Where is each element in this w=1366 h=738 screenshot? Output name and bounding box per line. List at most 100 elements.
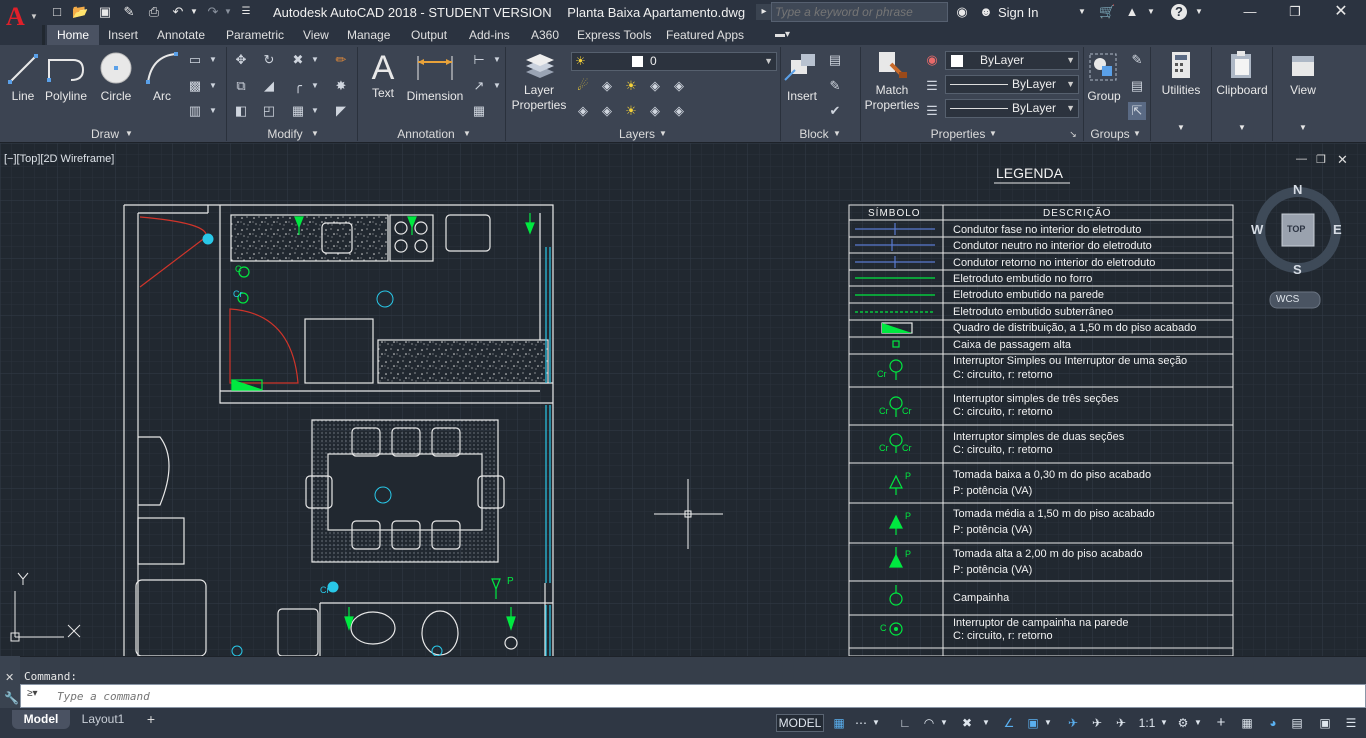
array-dropdown-icon[interactable]: ▼ bbox=[306, 102, 324, 120]
hatch-dropdown-icon[interactable]: ▼ bbox=[204, 77, 222, 95]
search-input[interactable] bbox=[771, 2, 948, 22]
ortho-icon[interactable]: ∟ bbox=[896, 714, 914, 732]
create-block-icon[interactable]: ▤ bbox=[826, 51, 844, 69]
redo-dropdown-icon[interactable]: ▼ bbox=[220, 4, 236, 20]
table-icon[interactable]: ▦ bbox=[470, 102, 488, 120]
region-dropdown-icon[interactable]: ▼ bbox=[204, 102, 222, 120]
command-prompt-icon[interactable]: ≥▾ bbox=[27, 688, 38, 699]
viewcube-west[interactable]: W bbox=[1251, 222, 1263, 237]
add-layout-icon[interactable]: + bbox=[141, 710, 161, 729]
close-icon[interactable]: ✕ bbox=[1333, 4, 1349, 20]
save-icon[interactable]: ▣ bbox=[97, 4, 113, 20]
line-button[interactable]: Line bbox=[6, 50, 40, 104]
linetype-dropdown[interactable]: ByLayer ▼ bbox=[945, 75, 1079, 94]
clean-screen-icon[interactable]: ▣ bbox=[1316, 714, 1334, 732]
help-icon[interactable]: ? bbox=[1171, 4, 1187, 20]
annotation-panel-label[interactable]: Annotation bbox=[388, 125, 464, 143]
layer-tool-1-icon[interactable]: ☄ bbox=[574, 77, 592, 95]
cart-icon[interactable]: 🛒 bbox=[1099, 4, 1115, 20]
exchange-dropdown-icon[interactable]: ▼ bbox=[1143, 4, 1159, 20]
binoculars-icon[interactable]: ◉ bbox=[954, 4, 970, 20]
layer-dropdown[interactable]: ☀ 0 ▼ bbox=[571, 52, 777, 71]
polar-dropdown-icon[interactable]: ▼ bbox=[938, 714, 950, 732]
utilities-button[interactable]: Utilities ▼ bbox=[1152, 50, 1210, 135]
object-snap-dropdown-icon[interactable]: ▼ bbox=[1042, 714, 1054, 732]
annotation-panel-expand-icon[interactable]: ▼ bbox=[460, 125, 474, 143]
mirror-icon[interactable]: ◢ bbox=[260, 77, 278, 95]
command-input[interactable] bbox=[57, 687, 1257, 705]
new-icon[interactable]: □ bbox=[49, 4, 65, 20]
tab-express-tools[interactable]: Express Tools bbox=[575, 25, 653, 45]
lineweight-dropdown[interactable]: ByLayer ▼ bbox=[945, 99, 1079, 118]
ribbon-minimize-icon[interactable]: ▬▾ bbox=[773, 25, 792, 45]
trim-icon[interactable]: ✖ bbox=[289, 51, 307, 69]
user-icon[interactable]: ☻ bbox=[978, 4, 994, 20]
layout-tab-layout1[interactable]: Layout1 bbox=[70, 710, 136, 729]
clipboard-button[interactable]: Clipboard ▼ bbox=[1213, 50, 1271, 135]
workspace-gear-icon[interactable]: ⚙ bbox=[1174, 714, 1192, 732]
layer-tool-3-icon[interactable]: ☀ bbox=[622, 77, 640, 95]
object-snap-icon[interactable]: ▣ bbox=[1024, 714, 1042, 732]
leader-dropdown-icon[interactable]: ▼ bbox=[488, 77, 506, 95]
ungroup-icon[interactable]: ✎ bbox=[1128, 51, 1146, 69]
annotation-scale-value[interactable]: 1:1 bbox=[1134, 714, 1160, 732]
undo-dropdown-icon[interactable]: ▼ bbox=[186, 4, 202, 20]
annotation-scale-icon[interactable]: ✈ bbox=[1112, 714, 1130, 732]
exchange-icon[interactable]: ▲ bbox=[1124, 4, 1140, 20]
layer-tool-5-icon[interactable]: ◈ bbox=[670, 77, 688, 95]
insert-button[interactable]: Insert bbox=[783, 50, 821, 104]
isodraft-dropdown-icon[interactable]: ▼ bbox=[980, 714, 992, 732]
explode-icon[interactable]: ✸ bbox=[332, 77, 350, 95]
color-dropdown[interactable]: ByLayer ▼ bbox=[945, 51, 1079, 70]
maximize-icon[interactable]: ❐ bbox=[1287, 4, 1303, 20]
quick-properties-icon[interactable]: ◕ bbox=[1264, 714, 1282, 732]
help-dropdown-icon[interactable]: ▼ bbox=[1191, 4, 1207, 20]
viewport-controls-label[interactable]: [−][Top][2D Wireframe] bbox=[4, 153, 114, 165]
block-panel-expand-icon[interactable]: ▼ bbox=[830, 125, 844, 143]
dim-dropdown-icon[interactable]: ▼ bbox=[488, 51, 506, 69]
group-button[interactable]: Group bbox=[1084, 50, 1124, 104]
layer-tool-6-icon[interactable]: ◈ bbox=[574, 102, 592, 120]
annotation-autoscale-icon[interactable]: ✈ bbox=[1088, 714, 1106, 732]
wcs-menu[interactable]: WCS bbox=[1276, 294, 1299, 305]
undo-icon[interactable]: ↶ bbox=[170, 4, 186, 20]
customization-icon[interactable]: ☰ bbox=[1342, 714, 1360, 732]
modify-panel-expand-icon[interactable]: ▼ bbox=[308, 125, 322, 143]
leader-icon[interactable]: ↗ bbox=[470, 77, 488, 95]
arc-button[interactable]: Arc bbox=[144, 50, 180, 104]
layer-tool-8-icon[interactable]: ☀ bbox=[622, 102, 640, 120]
layer-tool-4-icon[interactable]: ◈ bbox=[646, 77, 664, 95]
properties-panel-expand-icon[interactable]: ▼ bbox=[986, 125, 1000, 143]
linear-dim-icon[interactable]: ⊢ bbox=[470, 51, 488, 69]
region-icon[interactable]: ▥ bbox=[186, 102, 204, 120]
group-edit-icon[interactable]: ▤ bbox=[1128, 77, 1146, 95]
viewcube-east[interactable]: E bbox=[1333, 222, 1342, 237]
redo-icon[interactable]: ↷ bbox=[205, 4, 221, 20]
layout-tab-model[interactable]: Model bbox=[12, 710, 70, 729]
viewcube-south[interactable]: S bbox=[1293, 262, 1302, 277]
text-button[interactable]: A Text bbox=[365, 50, 401, 101]
snap-dropdown-icon[interactable]: ▼ bbox=[870, 714, 882, 732]
sign-in-dropdown-icon[interactable]: ▼ bbox=[1074, 4, 1090, 20]
viewport-restore-icon[interactable]: ❐ bbox=[1316, 153, 1326, 166]
hatch-icon[interactable]: ▩ bbox=[186, 77, 204, 95]
view-button[interactable]: View ▼ bbox=[1274, 50, 1332, 135]
snap-toggle-icon[interactable]: ⋯ bbox=[852, 714, 870, 732]
edit-block-icon[interactable]: ✎ bbox=[826, 77, 844, 95]
rectangle-dropdown-icon[interactable]: ▼ bbox=[204, 51, 222, 69]
tab-a360[interactable]: A360 bbox=[529, 25, 561, 45]
print-icon[interactable]: ⎙ bbox=[146, 4, 162, 20]
array-icon[interactable]: ▦ bbox=[289, 102, 307, 120]
model-space-button[interactable]: MODEL bbox=[776, 714, 824, 732]
tab-manage[interactable]: Manage bbox=[345, 25, 392, 45]
tab-output[interactable]: Output bbox=[409, 25, 449, 45]
rotate-icon[interactable]: ↻ bbox=[260, 51, 278, 69]
layer-tool-7-icon[interactable]: ◈ bbox=[598, 102, 616, 120]
command-settings-icon[interactable]: 🔧 bbox=[4, 691, 19, 705]
viewcube-top-face[interactable]: TOP bbox=[1287, 224, 1305, 234]
layer-tool-10-icon[interactable]: ◈ bbox=[670, 102, 688, 120]
drawing-viewport[interactable]: [−][Top][2D Wireframe] — ❐ ✕ N S E W TOP… bbox=[0, 143, 1366, 656]
tab-add-ins[interactable]: Add-ins bbox=[467, 25, 512, 45]
groups-panel-label[interactable]: Groups bbox=[1086, 125, 1134, 143]
open-icon[interactable]: 📂 bbox=[72, 4, 88, 20]
